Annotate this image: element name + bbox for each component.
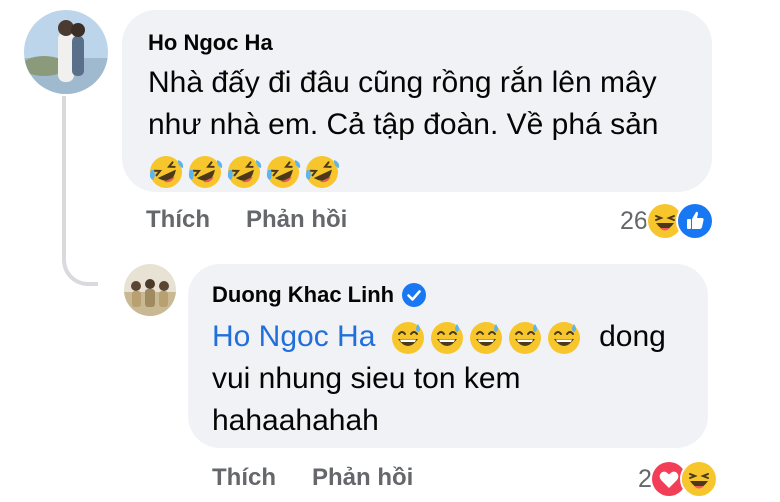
comment-actions: Thích Phản hồi [146,206,347,234]
reply-button[interactable]: Phản hồi [312,464,413,492]
grinning-sweat-emoji [429,320,465,356]
rolling-laughing-emoji [304,154,340,190]
comment-text: Ho Ngoc Ha dong vui nhung sieu ton kem h… [212,320,666,437]
rolling-laughing-emoji [226,154,262,190]
reaction-summary[interactable]: 26 [620,202,714,240]
reply-button[interactable]: Phản hồi [246,206,347,234]
rolling-laughing-emoji [265,154,301,190]
comment-actions: Thích Phản hồi [212,464,413,492]
reply-bubble: Duong Khac Linh Ho Ngoc Ha dong vui nhun… [188,264,708,448]
grinning-sweat-emoji [468,320,504,356]
reply-thread-line [62,96,98,286]
grinning-sweat-emoji [390,320,426,356]
grinning-sweat-emoji [546,320,582,356]
grinning-sweat-emoji [507,320,543,356]
comment-author[interactable]: Ho Ngoc Ha [148,30,712,56]
reaction-summary[interactable]: 2 [638,460,718,498]
like-button[interactable]: Thích [212,464,276,492]
rolling-laughing-emoji [187,154,223,190]
comment-text: Nhà đấy đi đâu cũng rồng rắn lên mây như… [148,62,712,190]
reaction-count: 26 [620,206,648,235]
verified-badge-icon [402,283,427,307]
rolling-laughing-emoji [148,154,184,190]
avatar[interactable] [24,10,108,94]
laughing-reaction-icon [679,460,718,498]
like-reaction-icon [675,202,714,240]
comment-author[interactable]: Duong Khac Linh [212,282,708,308]
like-button[interactable]: Thích [146,206,210,234]
mention-link[interactable]: Ho Ngoc Ha [212,320,375,353]
avatar[interactable] [124,264,176,316]
comment-bubble: Ho Ngoc Ha Nhà đấy đi đâu cũng rồng rắn … [122,10,712,192]
